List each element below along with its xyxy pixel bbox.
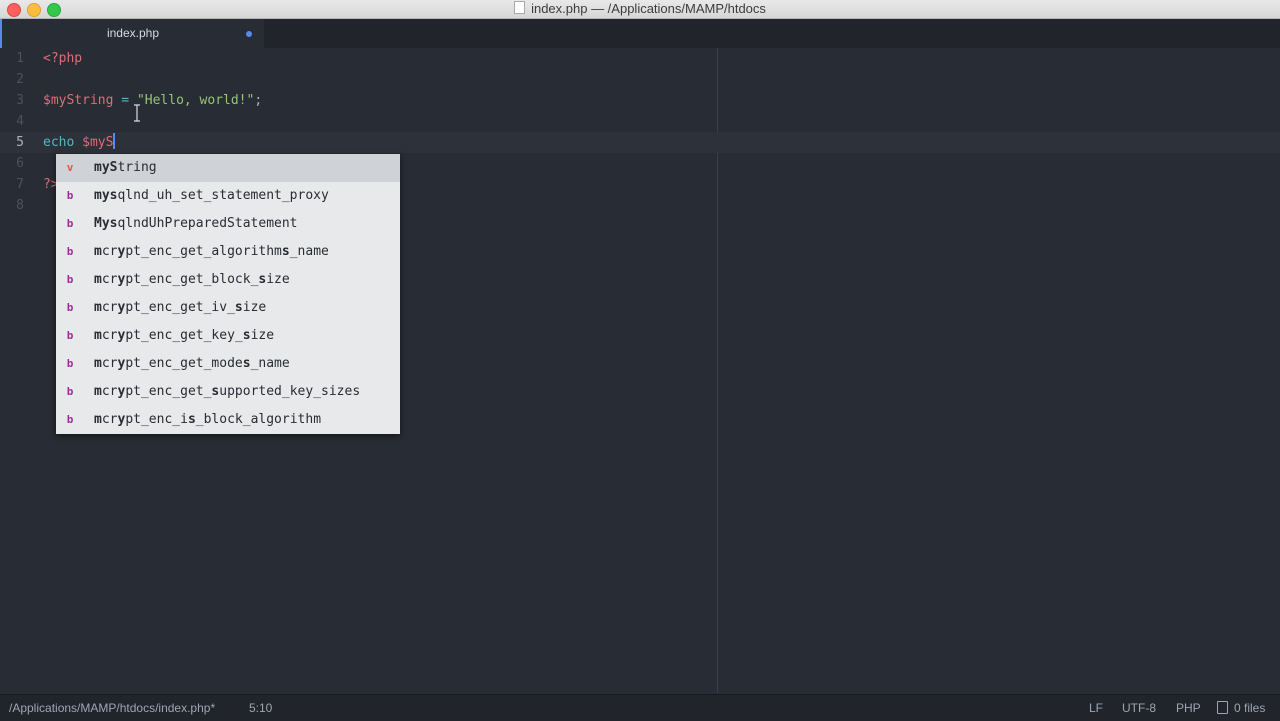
builtin-type-icon: b (66, 273, 74, 286)
git-files-status[interactable]: 0 files (1217, 695, 1265, 721)
code-text: echo $myS (43, 132, 116, 153)
line-number: 8 (16, 198, 24, 213)
code-line[interactable]: 1 <?php (0, 48, 1280, 69)
autocomplete-item[interactable]: b mcrypt_enc_is_block_algorithm (56, 406, 400, 434)
status-bar: /Applications/MAMP/htdocs/index.php* 5:1… (0, 694, 1280, 721)
tab-bar: index.php (0, 19, 1280, 48)
autocomplete-item[interactable]: b mcrypt_enc_get_block_size (56, 266, 400, 294)
line-number: 1 (16, 51, 24, 66)
line-number: 2 (16, 72, 24, 87)
files-count: 0 files (1234, 701, 1266, 715)
code-line[interactable]: 3 $myString = "Hello, world!"; (0, 90, 1280, 111)
line-number: 3 (16, 93, 24, 108)
code-token: = (121, 93, 130, 108)
file-path[interactable]: /Applications/MAMP/htdocs/index.php* (9, 695, 215, 721)
autocomplete-item[interactable]: b mcrypt_enc_get_iv_size (56, 294, 400, 322)
autocomplete-label: mcrypt_enc_get_key_size (94, 328, 275, 343)
window-title-text: index.php — /Applications/MAMP/htdocs (531, 1, 766, 16)
autocomplete-item[interactable]: b mysqlnd_uh_set_statement_proxy (56, 182, 400, 210)
document-icon (514, 1, 526, 14)
autocomplete-item[interactable]: b mcrypt_enc_get_modes_name (56, 350, 400, 378)
autocomplete-label: mcrypt_enc_is_block_algorithm (94, 412, 322, 427)
autocomplete-item[interactable]: v myString (56, 154, 400, 182)
builtin-type-icon: b (66, 245, 74, 258)
autocomplete-label: MysqlndUhPreparedStatement (94, 216, 298, 231)
file-diff-icon (1217, 701, 1228, 714)
encoding-selector[interactable]: UTF-8 (1122, 695, 1156, 721)
code-token: echo (43, 135, 75, 150)
cursor-position[interactable]: 5:10 (249, 695, 272, 721)
grammar-selector[interactable]: PHP (1176, 695, 1201, 721)
code-text: $myString = "Hello, world!"; (43, 90, 262, 111)
autocomplete-label: mcrypt_enc_get_iv_size (94, 300, 267, 315)
code-line[interactable]: 2 (0, 69, 1280, 90)
tab-index-php[interactable]: index.php (0, 19, 264, 48)
tab-label: index.php (106, 26, 160, 40)
line-number: 4 (16, 114, 24, 129)
builtin-type-icon: b (66, 413, 74, 426)
code-text: <?php (43, 48, 82, 69)
window-titlebar: index.php — /Applications/MAMP/htdocs (0, 0, 1280, 19)
text-caret (113, 133, 116, 149)
line-number: 5 (16, 135, 24, 150)
window-title: index.php — /Applications/MAMP/htdocs (0, 1, 1280, 16)
code-token: ; (254, 93, 263, 108)
code-line[interactable]: 5 echo $myS (0, 132, 1280, 153)
autocomplete-item[interactable]: b mcrypt_enc_get_algorithms_name (56, 238, 400, 266)
line-number: 7 (16, 177, 24, 192)
builtin-type-icon: b (66, 385, 74, 398)
modified-indicator-icon[interactable] (246, 31, 252, 37)
code-token: "Hello, world!" (136, 93, 255, 108)
line-number: 6 (16, 156, 24, 171)
code-line[interactable]: 4 (0, 111, 1280, 132)
builtin-type-icon: b (66, 301, 74, 314)
builtin-type-icon: b (66, 357, 74, 370)
autocomplete-item[interactable]: b mcrypt_enc_get_supported_key_sizes (56, 378, 400, 406)
code-token: <?php (43, 51, 83, 66)
builtin-type-icon: b (66, 329, 74, 342)
builtin-type-icon: b (66, 189, 74, 202)
autocomplete-label: myString (94, 160, 157, 175)
builtin-type-icon: b (66, 217, 74, 230)
autocomplete-item[interactable]: b mcrypt_enc_get_key_size (56, 322, 400, 350)
line-ending-selector[interactable]: LF (1089, 695, 1103, 721)
autocomplete-label: mcrypt_enc_get_supported_key_sizes (94, 384, 361, 399)
code-token: $myString (43, 93, 114, 108)
variable-type-icon: v (66, 161, 74, 174)
autocomplete-label: mysqlnd_uh_set_statement_proxy (94, 188, 329, 203)
autocomplete-label: mcrypt_enc_get_block_size (94, 272, 290, 287)
code-token: $myS (82, 135, 114, 150)
autocomplete-label: mcrypt_enc_get_modes_name (94, 356, 290, 371)
ibeam-cursor-icon (134, 104, 140, 122)
autocomplete-item[interactable]: b MysqlndUhPreparedStatement (56, 210, 400, 238)
autocomplete-label: mcrypt_enc_get_algorithms_name (94, 244, 329, 259)
autocomplete-popup[interactable]: v myString b mysqlnd_uh_set_statement_proxy… (56, 154, 400, 434)
